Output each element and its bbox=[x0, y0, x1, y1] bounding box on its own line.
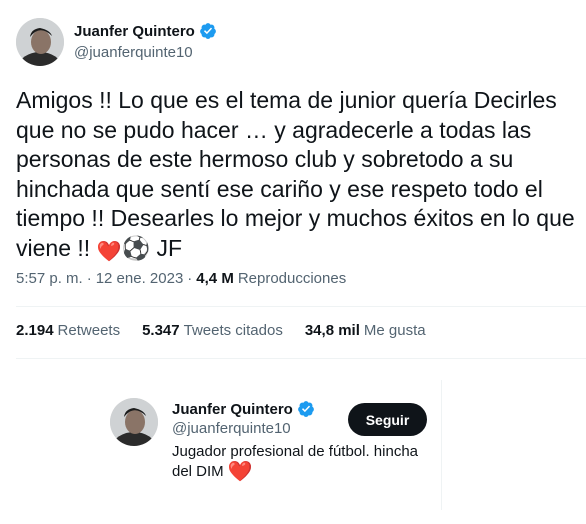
card-bio-text: Jugador profesional de fútbol. hincha de… bbox=[172, 443, 419, 480]
tweet-body: Amigos !! Lo que es el tema de junior qu… bbox=[16, 87, 582, 261]
author-name[interactable]: Juanfer Quintero bbox=[74, 23, 195, 40]
tweet-meta: 5:57 p. m. · 12 ene. 2023 · 4,4 M Reprod… bbox=[16, 270, 346, 287]
card-name-row: Juanfer Quintero bbox=[172, 400, 315, 418]
verified-badge-icon bbox=[199, 22, 217, 40]
card-avatar[interactable] bbox=[110, 398, 158, 446]
divider-top bbox=[16, 306, 586, 307]
quotes-label: Tweets citados bbox=[183, 322, 283, 339]
divider-bottom bbox=[16, 358, 586, 359]
likes-count: 34,8 mil bbox=[304, 322, 360, 339]
card-bio: Jugador profesional de fútbol. hincha de… bbox=[172, 442, 434, 482]
card-author-name[interactable]: Juanfer Quintero bbox=[172, 401, 293, 418]
likes-stat[interactable]: 34,8 mil Me gusta bbox=[305, 322, 426, 339]
soccer-ball-emoji-icon: ⚽ bbox=[121, 234, 151, 261]
heart-emoji-icon: ❤️ bbox=[96, 240, 122, 263]
author-handle[interactable]: @juanferquinte10 bbox=[74, 44, 193, 61]
meta-separator: · bbox=[86, 270, 92, 287]
retweets-count: 2.194 bbox=[16, 322, 54, 339]
author-name-row: Juanfer Quintero bbox=[74, 22, 217, 40]
views-count: 4,4 M bbox=[196, 270, 234, 287]
follow-button[interactable]: Seguir bbox=[348, 403, 427, 436]
likes-label: Me gusta bbox=[363, 322, 426, 339]
meta-separator-2: · bbox=[187, 270, 193, 287]
tweet-signature: JF bbox=[156, 234, 183, 261]
retweets-stat[interactable]: 2.194 Retweets bbox=[16, 322, 120, 339]
quotes-count: 5.347 bbox=[142, 322, 180, 339]
quote-tweets-stat[interactable]: 5.347 Tweets citados bbox=[142, 322, 283, 339]
tweet-stats: 2.194 Retweets 5.347 Tweets citados 34,8 m… bbox=[16, 322, 448, 339]
views-label: Reproducciones bbox=[237, 270, 347, 287]
card-divider bbox=[441, 380, 442, 510]
card-author-handle[interactable]: @juanferquinte10 bbox=[172, 420, 291, 437]
card-verified-badge-icon bbox=[297, 400, 315, 418]
tweet-date[interactable]: 12 ene. 2023 bbox=[96, 270, 184, 287]
card-heart-emoji-icon: ❤️ bbox=[227, 461, 253, 483]
tweet-text: Amigos !! Lo que es el tema de junior qu… bbox=[16, 86, 576, 267]
tweet-time[interactable]: 5:57 p. m. bbox=[16, 270, 83, 287]
retweets-label: Retweets bbox=[57, 322, 121, 339]
author-avatar[interactable] bbox=[16, 18, 64, 66]
